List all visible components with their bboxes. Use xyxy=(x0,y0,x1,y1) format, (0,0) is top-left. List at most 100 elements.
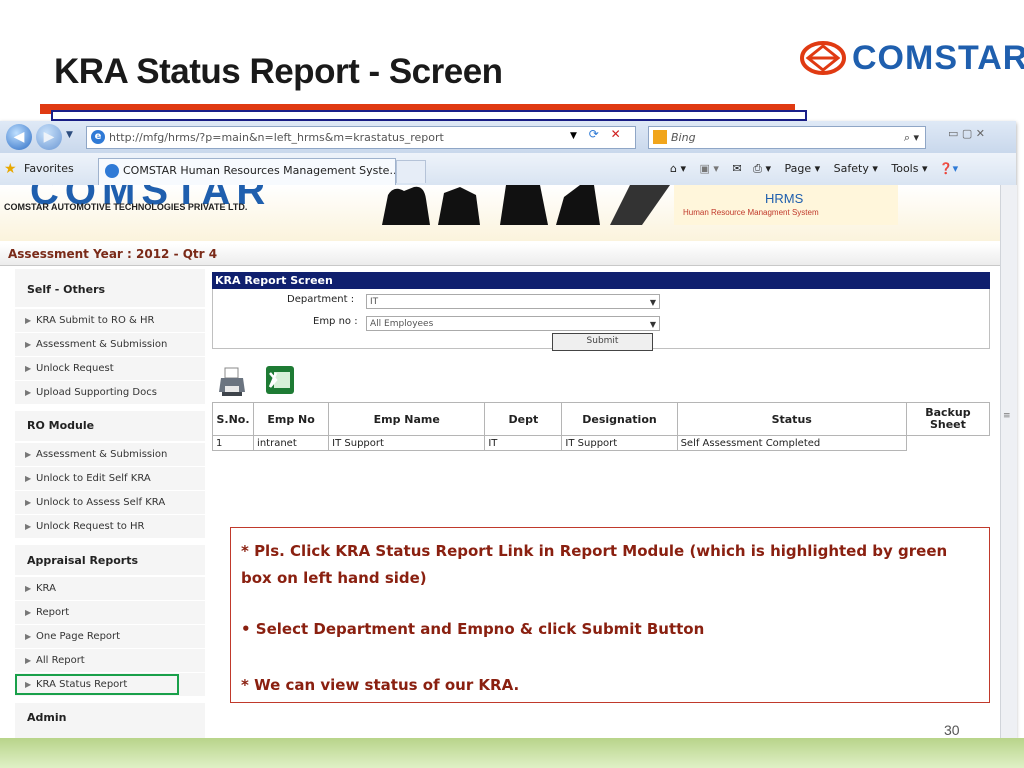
comstar-emblem-icon xyxy=(800,41,846,75)
cell-backup-sheet[interactable] xyxy=(906,436,989,451)
home-icon[interactable]: ⌂ ▾ xyxy=(670,162,686,175)
sidebar-item-label: Upload Supporting Docs xyxy=(36,387,157,398)
hrms-logo: HRMS xyxy=(765,191,804,206)
highlight-box xyxy=(15,674,179,695)
sidebar-item-kra[interactable]: ▶ KRA xyxy=(15,577,205,601)
sidebar-item-assessment-submission[interactable]: ▶ Assessment & Submission xyxy=(15,333,205,357)
sidebar-heading-self-others: Self - Others xyxy=(27,283,106,296)
search-icon[interactable]: ⌕ ▾ xyxy=(904,127,919,148)
col-status: Status xyxy=(676,402,907,436)
sidebar-item-label: KRA Submit to RO & HR xyxy=(36,315,155,326)
sidebar-divider xyxy=(15,539,205,545)
sidebar-item-unlock-assess[interactable]: ▶ Unlock to Assess Self KRA xyxy=(15,491,205,515)
arrow-icon: ▶ xyxy=(25,388,32,397)
sidebar-item-ro-assessment[interactable]: ▶ Assessment & Submission xyxy=(15,443,205,467)
empno-value: All Employees xyxy=(370,319,434,329)
sidebar-item-unlock-edit[interactable]: ▶ Unlock to Edit Self KRA xyxy=(15,467,205,491)
sidebar-item-unlock-request[interactable]: ▶ Unlock Request xyxy=(15,357,205,381)
department-label: Department : xyxy=(287,294,355,305)
ie-page-icon: e xyxy=(91,130,105,144)
sidebar-heading-appraisal-reports: Appraisal Reports xyxy=(27,554,139,567)
printer-icon[interactable] xyxy=(219,366,245,398)
search-placeholder: Bing xyxy=(671,131,696,144)
back-arrow-icon[interactable]: ◀ xyxy=(6,124,32,150)
department-value: IT xyxy=(370,297,379,307)
safety-menu[interactable]: Safety ▾ xyxy=(834,162,878,175)
address-controls: ▼ ⟳ ✕ xyxy=(570,127,621,141)
arrow-icon: ▶ xyxy=(25,522,32,531)
col-backup-sheet: Backup Sheet xyxy=(905,402,991,436)
page-menu[interactable]: Page ▾ xyxy=(784,162,820,175)
sidebar-item-label: KRA xyxy=(36,583,56,594)
sidebar: Self - Others ▶ KRA Submit to RO & HR ▶ As… xyxy=(15,269,205,738)
sidebar-item-label: All Report xyxy=(36,655,85,666)
sidebar-heading-admin: Admin xyxy=(27,711,67,724)
sidebar-item-label: Report xyxy=(36,607,70,618)
sidebar-item-kra-submit[interactable]: ▶ KRA Submit to RO & HR xyxy=(15,309,205,333)
arrow-icon: ▶ xyxy=(25,316,32,325)
sidebar-divider xyxy=(15,697,205,703)
sidebar-item-report[interactable]: ▶ Report xyxy=(15,601,205,625)
brand-logo: COMSTAR xyxy=(800,38,1024,78)
command-bar: ⌂ ▾ ▣ ▾ ✉ ⎙ ▾ Page ▾ Safety ▾ Tools ▾ ❓▾ xyxy=(670,162,958,176)
col-emp-no: Emp No xyxy=(253,402,330,436)
instruction-note: * Pls. Click KRA Status Report Link in R… xyxy=(230,527,990,703)
report-form: Department : IT ▼ Emp no : All Employees… xyxy=(212,289,990,351)
site-banner: COMSTAR COMSTAR AUTOMOTIVE TECHNOLOGIES … xyxy=(0,185,1000,241)
report-table: S.No. Emp No Emp Name Dept Designation S… xyxy=(211,402,991,451)
assessment-year-bar: Assessment Year : 2012 - Qtr 4 xyxy=(0,244,1000,266)
mail-icon[interactable]: ✉ xyxy=(732,162,741,175)
tab-title: COMSTAR Human Resources Management Syste… xyxy=(123,164,396,177)
url-dropdown-icon[interactable]: ▼ xyxy=(570,131,577,141)
chevron-down-icon: ▼ xyxy=(649,298,656,307)
sidebar-item-upload-docs[interactable]: ▶ Upload Supporting Docs xyxy=(15,381,205,405)
arrow-icon: ▶ xyxy=(25,608,32,617)
favorites-bar: ★ Favorites COMSTAR Human Resources Mana… xyxy=(0,153,1016,186)
excel-icon[interactable] xyxy=(264,364,296,396)
note-line-1: * Pls. Click KRA Status Report Link in R… xyxy=(241,542,948,587)
favorites-button[interactable]: Favorites xyxy=(24,162,74,175)
sidebar-item-label: One Page Report xyxy=(36,631,121,642)
sidebar-item-unlock-request-hr[interactable]: ▶ Unlock Request to HR xyxy=(15,515,205,539)
sidebar-item-label: Unlock Request xyxy=(36,363,114,374)
sidebar-divider xyxy=(15,405,205,411)
history-dropdown-icon[interactable]: ▼ xyxy=(66,130,73,140)
note-line-2: • Select Department and Empno & click Su… xyxy=(241,620,705,638)
sidebar-heading-ro-module: RO Module xyxy=(27,419,95,432)
forward-arrow-icon[interactable]: ▶ xyxy=(36,124,62,150)
submit-button[interactable]: Submit xyxy=(552,333,653,351)
address-bar[interactable]: e http://mfg/hrms/?p=main&n=left_hrms&m=k… xyxy=(86,126,636,149)
refresh-icon[interactable]: ⟳ xyxy=(589,127,599,141)
favorites-star-icon[interactable]: ★ xyxy=(4,161,17,177)
title-underline-blue xyxy=(51,110,807,121)
sidebar-item-one-page-report[interactable]: ▶ One Page Report xyxy=(15,625,205,649)
empno-select[interactable]: All Employees ▼ xyxy=(366,316,660,331)
report-header: KRA Report Screen xyxy=(212,272,990,289)
table-row: 1 intranet IT Support IT IT Support Self… xyxy=(211,435,990,451)
search-input[interactable]: Bing ⌕ ▾ xyxy=(648,126,926,149)
print-icon[interactable]: ⎙ ▾ xyxy=(753,162,771,175)
window-controls[interactable]: ▭ ▢ ✕ xyxy=(948,127,985,140)
feeds-icon[interactable]: ▣ ▾ xyxy=(700,162,719,175)
cell-status: Self Assessment Completed xyxy=(676,435,907,451)
sidebar-item-all-report[interactable]: ▶ All Report xyxy=(15,649,205,673)
col-emp-name: Emp Name xyxy=(328,402,486,436)
table-header-row: S.No. Emp No Emp Name Dept Designation S… xyxy=(211,402,991,436)
help-icon[interactable]: ❓▾ xyxy=(939,162,958,175)
slide-title: KRA Status Report - Screen xyxy=(54,52,503,91)
cell-sno: 1 xyxy=(211,435,255,451)
tab-hrms[interactable]: COMSTAR Human Resources Management Syste… xyxy=(98,158,396,185)
col-sno: S.No. xyxy=(211,402,255,436)
new-tab-button[interactable] xyxy=(396,160,426,183)
tools-menu[interactable]: Tools ▾ xyxy=(891,162,927,175)
chevron-down-icon: ▼ xyxy=(649,320,656,329)
slide-page-number: 30 xyxy=(944,722,960,738)
vertical-scrollbar[interactable]: ≡ xyxy=(1000,185,1017,738)
url-text: http://mfg/hrms/?p=main&n=left_hrms&m=kr… xyxy=(109,131,444,144)
company-name: COMSTAR AUTOMOTIVE TECHNOLOGIES PRIVATE … xyxy=(4,202,248,212)
stop-icon[interactable]: ✕ xyxy=(611,127,621,141)
department-select[interactable]: IT ▼ xyxy=(366,294,660,309)
sidebar-item-label: Unlock to Assess Self KRA xyxy=(36,497,166,508)
sidebar-item-label: Assessment & Submission xyxy=(36,339,168,350)
slide-footer-band xyxy=(0,738,1024,768)
